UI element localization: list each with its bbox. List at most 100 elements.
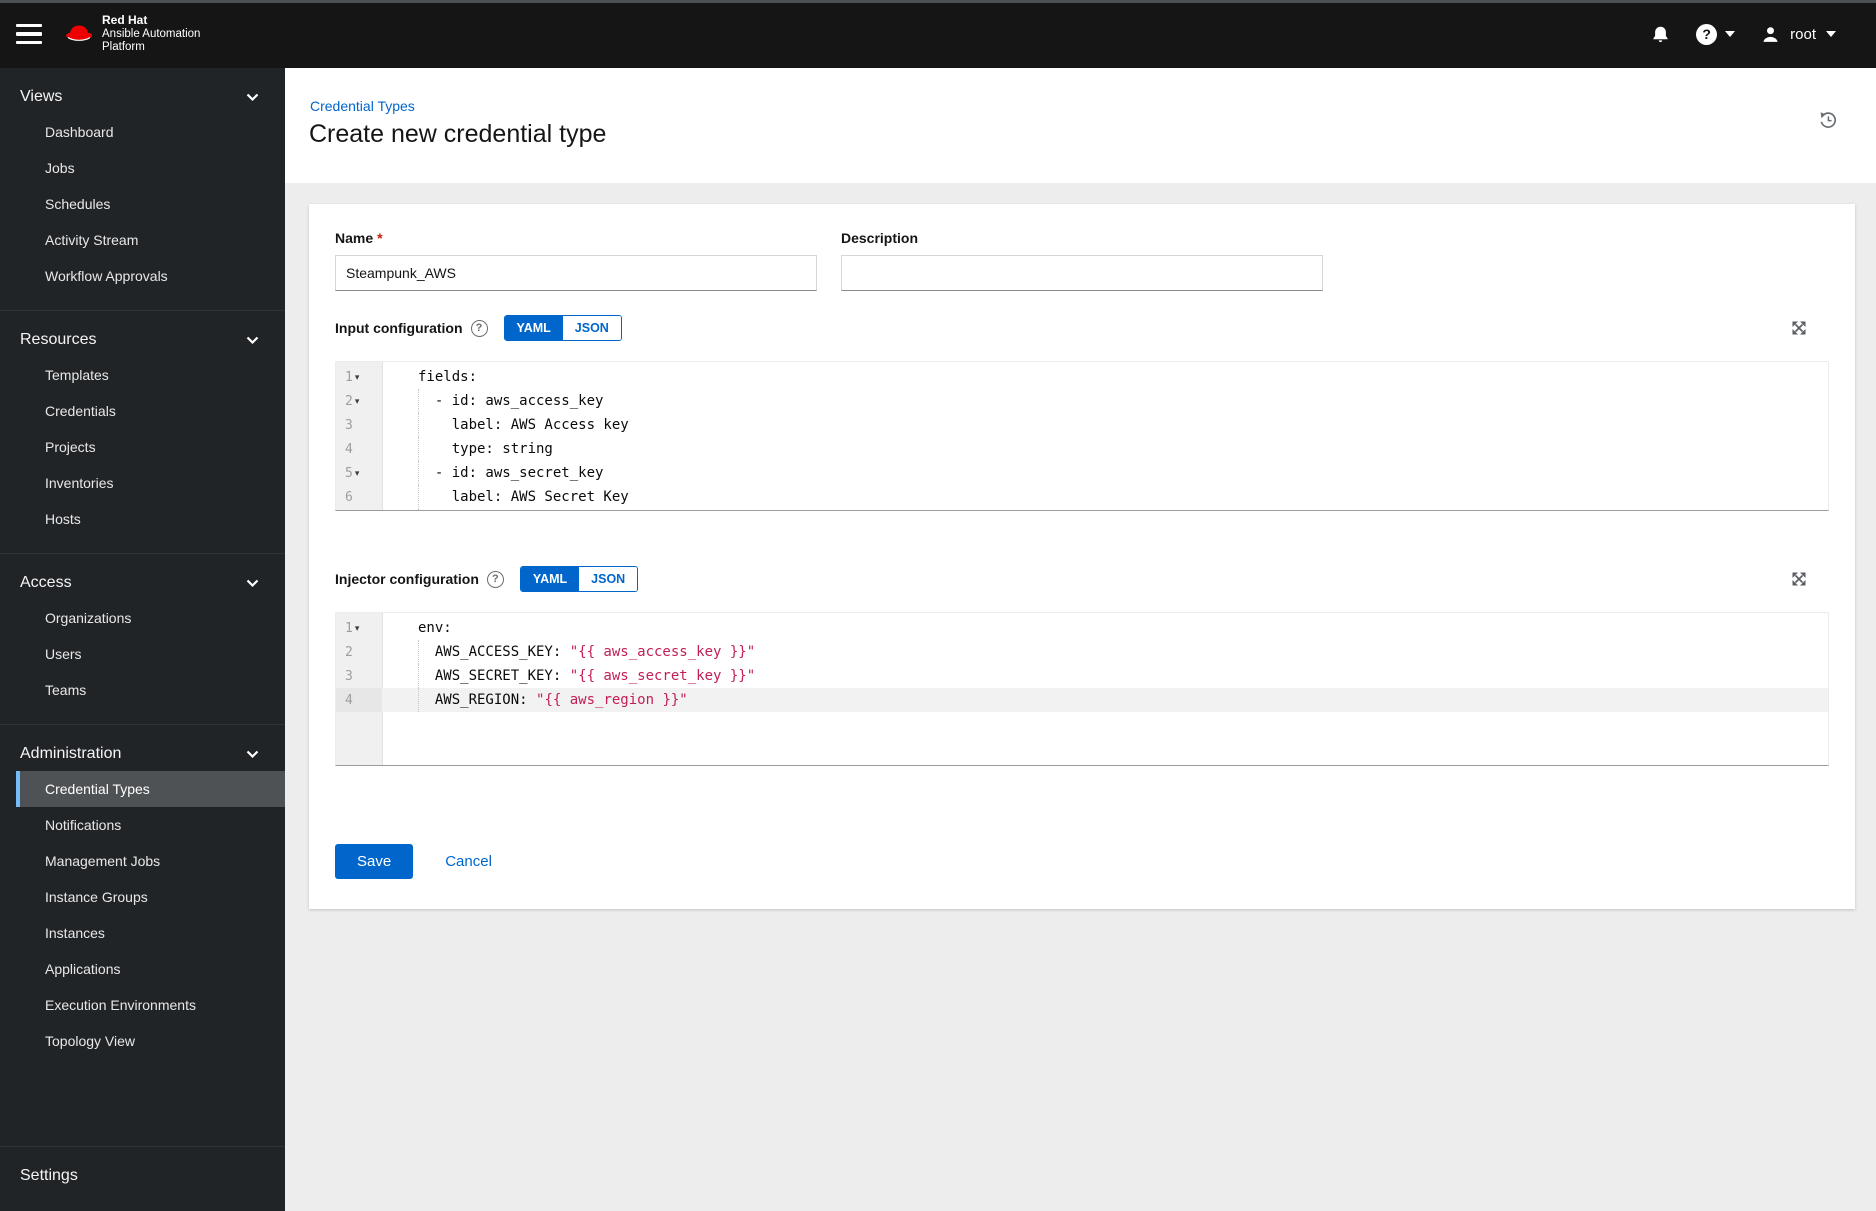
sidebar-item-jobs[interactable]: Jobs xyxy=(0,150,285,186)
code-line-1: 1 ▾ env: xyxy=(336,616,1828,640)
code-line-4: 4 type: string xyxy=(336,437,1828,461)
line-number-gutter: 2 ▾ xyxy=(345,393,360,409)
nav-section-administration[interactable]: Administration xyxy=(0,737,285,771)
chevron-down-icon xyxy=(246,579,259,588)
nav-toggle-hamburger-icon[interactable] xyxy=(16,24,42,44)
injector-configuration-label: Injector configuration xyxy=(335,571,479,587)
fold-toggle-icon[interactable]: ▾ xyxy=(355,396,360,407)
chevron-down-icon xyxy=(246,336,259,345)
sidebar-sections: Views Dashboard Jobs Schedules Activity Stre… xyxy=(0,68,285,1075)
nav-section-access[interactable]: Access xyxy=(0,566,285,600)
sidebar-item-templates[interactable]: Templates xyxy=(0,357,285,393)
sidebar-item-users[interactable]: Users xyxy=(0,636,285,672)
top-strip xyxy=(0,0,1876,3)
line-number-gutter: 3 xyxy=(345,668,353,684)
code-line-3: 3 AWS_SECRET_KEY: "{{ aws_secret_key }}" xyxy=(336,664,1828,688)
nav-section-label: Access xyxy=(20,574,72,591)
sidebar-item-projects[interactable]: Projects xyxy=(0,429,285,465)
sidebar-item-hosts[interactable]: Hosts xyxy=(0,501,285,537)
cancel-button[interactable]: Cancel xyxy=(445,853,492,870)
description-input[interactable] xyxy=(841,255,1323,291)
injector-configuration-editor[interactable]: 1 ▾ env: 2 AWS_ACCESS_KEY: "{{ aws_access_k… xyxy=(335,612,1829,766)
code-line-2: 2 ▾ - id: aws_access_key xyxy=(336,389,1828,413)
line-number-gutter: 1 ▾ xyxy=(345,369,360,385)
notifications-bell-icon[interactable] xyxy=(1651,25,1670,44)
sidebar-item-inventories[interactable]: Inventories xyxy=(0,465,285,501)
input-configuration-editor[interactable]: 1 ▾ fields: 2 ▾ - id: aws_access_key 3 label:… xyxy=(335,361,1829,511)
input-editor-expand-icon[interactable] xyxy=(1791,320,1807,336)
line-number-gutter: 4 xyxy=(336,688,382,712)
masthead: Red Hat Ansible Automation Platform ? ro… xyxy=(0,0,1876,68)
sidebar-item-teams[interactable]: Teams xyxy=(0,672,285,708)
indent-guide xyxy=(418,688,419,712)
chevron-down-icon xyxy=(1725,31,1736,37)
help-icon: ? xyxy=(1696,23,1718,45)
sidebar-item-credentials[interactable]: Credentials xyxy=(0,393,285,429)
input-json-toggle-button[interactable]: JSON xyxy=(562,316,621,340)
sidebar-item-organizations[interactable]: Organizations xyxy=(0,600,285,636)
indent-guide xyxy=(418,437,419,461)
required-asterisk: * xyxy=(377,230,383,246)
sidebar-nav: Views Dashboard Jobs Schedules Activity Stre… xyxy=(0,68,285,1211)
injector-editor-expand-icon[interactable] xyxy=(1791,571,1807,587)
line-number-gutter: 6 xyxy=(345,489,353,505)
sidebar-item-instances[interactable]: Instances xyxy=(0,915,285,951)
sidebar-item-topology-view[interactable]: Topology View xyxy=(0,1023,285,1059)
line-number-gutter: 5 ▾ xyxy=(345,465,360,481)
nav-section-label: Resources xyxy=(20,331,97,348)
chevron-down-icon xyxy=(1826,31,1836,37)
indent-guide xyxy=(418,664,419,688)
code-line-1: 1 ▾ fields: xyxy=(336,365,1828,389)
code-line-3: 3 label: AWS Access key xyxy=(336,413,1828,437)
code-line-4: 4 AWS_REGION: "{{ aws_region }}" xyxy=(336,688,1828,712)
sidebar-item-activity-stream[interactable]: Activity Stream xyxy=(0,222,285,258)
sidebar-item-schedules[interactable]: Schedules xyxy=(0,186,285,222)
injector-json-toggle-button[interactable]: JSON xyxy=(579,567,638,591)
save-button[interactable]: Save xyxy=(335,844,414,879)
user-icon xyxy=(1761,25,1780,44)
code-line-7: 7 type: string xyxy=(336,509,1828,510)
description-label: Description xyxy=(841,230,919,246)
line-number-gutter: 7 xyxy=(336,509,382,510)
sidebar-item-instance-groups[interactable]: Instance Groups xyxy=(0,879,285,915)
line-number-gutter: 1 ▾ xyxy=(345,620,360,636)
breadcrumb[interactable]: Credential Types xyxy=(310,98,415,114)
nav-section-resources[interactable]: Resources xyxy=(0,323,285,357)
credential-type-form-card: Name* Description Input configuration ? … xyxy=(309,204,1855,909)
history-icon[interactable] xyxy=(1818,110,1838,130)
sidebar-item-execution-environments[interactable]: Execution Environments xyxy=(0,987,285,1023)
code-line-5: 5 ▾ - id: aws_secret_key xyxy=(336,461,1828,485)
indent-guide xyxy=(418,413,419,437)
sidebar-item-management-jobs[interactable]: Management Jobs xyxy=(0,843,285,879)
sidebar-item-dashboard[interactable]: Dashboard xyxy=(0,114,285,150)
indent-guide xyxy=(418,509,419,510)
input-yaml-toggle-button[interactable]: YAML xyxy=(504,316,563,340)
redhat-hat-icon xyxy=(64,23,94,45)
name-input[interactable] xyxy=(335,255,817,291)
sidebar-item-applications[interactable]: Applications xyxy=(0,951,285,987)
line-number-gutter: 3 xyxy=(345,417,353,433)
injector-yaml-toggle-button[interactable]: YAML xyxy=(520,567,580,591)
nav-section-views[interactable]: Views xyxy=(0,80,285,114)
sidebar-item-settings[interactable]: Settings xyxy=(0,1146,285,1211)
indent-guide xyxy=(418,461,419,485)
username: root xyxy=(1790,25,1816,43)
input-configuration-help-icon[interactable]: ? xyxy=(470,319,488,337)
input-config-mode-toggle: YAML JSON xyxy=(503,315,622,341)
fold-toggle-icon[interactable]: ▾ xyxy=(355,468,360,479)
brand-logo[interactable]: Red Hat Ansible Automation Platform xyxy=(64,12,201,54)
user-menu[interactable]: root xyxy=(1761,25,1836,44)
fold-toggle-icon[interactable]: ▾ xyxy=(355,623,360,634)
sidebar-item-notifications[interactable]: Notifications xyxy=(0,807,285,843)
nav-section-label: Views xyxy=(20,88,63,105)
sidebar-item-credential-types[interactable]: Credential Types xyxy=(16,771,285,807)
indent-guide xyxy=(418,485,419,509)
help-menu[interactable]: ? xyxy=(1696,23,1736,45)
injector-configuration-help-icon[interactable]: ? xyxy=(486,570,504,588)
page-title: Create new credential type xyxy=(309,120,607,148)
nav-section-label: Administration xyxy=(20,745,122,762)
sidebar-item-workflow-approvals[interactable]: Workflow Approvals xyxy=(0,258,285,294)
brand-text: Red Hat Ansible Automation Platform xyxy=(102,12,201,53)
input-configuration-label: Input configuration xyxy=(335,320,463,336)
fold-toggle-icon[interactable]: ▾ xyxy=(355,372,360,383)
